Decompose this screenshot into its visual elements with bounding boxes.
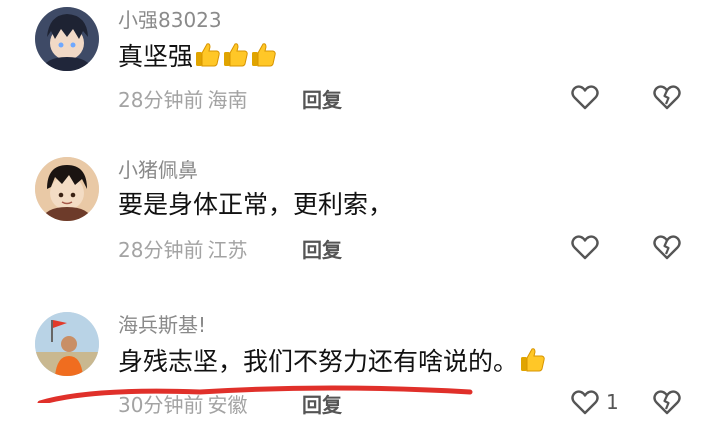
heart-outline-icon	[571, 390, 599, 415]
username[interactable]: 小强83023	[118, 4, 222, 33]
like-count: 1	[606, 390, 619, 414]
comment-location: 海南	[207, 88, 248, 112]
reply-button[interactable]: 回复	[302, 84, 342, 113]
broken-heart-icon	[653, 235, 681, 260]
comment-meta: 30分钟前 安徽	[118, 389, 247, 418]
dislike-button[interactable]	[652, 233, 682, 265]
comment-item: 海兵斯基! 身残志坚，我们不努力还有啥说的。 30分钟前 安徽 回复 1	[0, 305, 713, 445]
comment-text: 身残志坚，我们不努力还有啥说的。	[118, 345, 546, 380]
like-button[interactable]: 1	[570, 388, 619, 416]
dislike-button[interactable]	[652, 388, 682, 420]
comment-meta: 28分钟前 海南	[118, 84, 247, 113]
reply-button[interactable]: 回复	[302, 389, 342, 418]
comment-text-body: 要是身体正常，更利索，	[118, 190, 394, 219]
thumbs-up-emoji	[221, 40, 249, 75]
comment-time: 30分钟前	[118, 393, 204, 417]
heart-outline-icon	[571, 85, 599, 110]
comment-time: 28分钟前	[118, 88, 204, 112]
comment-text-body: 真坚强	[118, 42, 194, 71]
comment-location: 安徽	[207, 393, 248, 417]
comment-text: 真坚强	[118, 40, 277, 75]
thumbs-up-emoji	[518, 345, 546, 380]
thumbs-up-emoji	[249, 40, 277, 75]
broken-heart-icon	[653, 390, 681, 415]
comment-time: 28分钟前	[118, 238, 204, 262]
username[interactable]: 海兵斯基!	[118, 309, 206, 338]
avatar[interactable]	[35, 157, 99, 221]
comment-item: 小猪佩鼻 要是身体正常，更利索， 28分钟前 江苏 回复	[0, 150, 713, 290]
comment-text: 要是身体正常，更利索，	[118, 190, 393, 220]
heart-outline-icon	[571, 235, 599, 260]
thumbs-up-emoji	[193, 40, 221, 75]
like-button[interactable]	[570, 233, 606, 261]
comment-item: 小强83023 真坚强 28分钟前 海南 回复	[0, 0, 713, 140]
dislike-button[interactable]	[652, 83, 682, 115]
avatar[interactable]	[35, 7, 99, 71]
comment-location: 江苏	[207, 238, 248, 262]
broken-heart-icon	[653, 85, 681, 110]
comment-meta: 28分钟前 江苏	[118, 234, 247, 263]
comment-text-body: 身残志坚，我们不努力还有啥说的。	[118, 347, 519, 376]
reply-button[interactable]: 回复	[302, 234, 342, 263]
avatar[interactable]	[35, 312, 99, 376]
like-button[interactable]	[570, 83, 606, 111]
username[interactable]: 小猪佩鼻	[118, 154, 198, 183]
